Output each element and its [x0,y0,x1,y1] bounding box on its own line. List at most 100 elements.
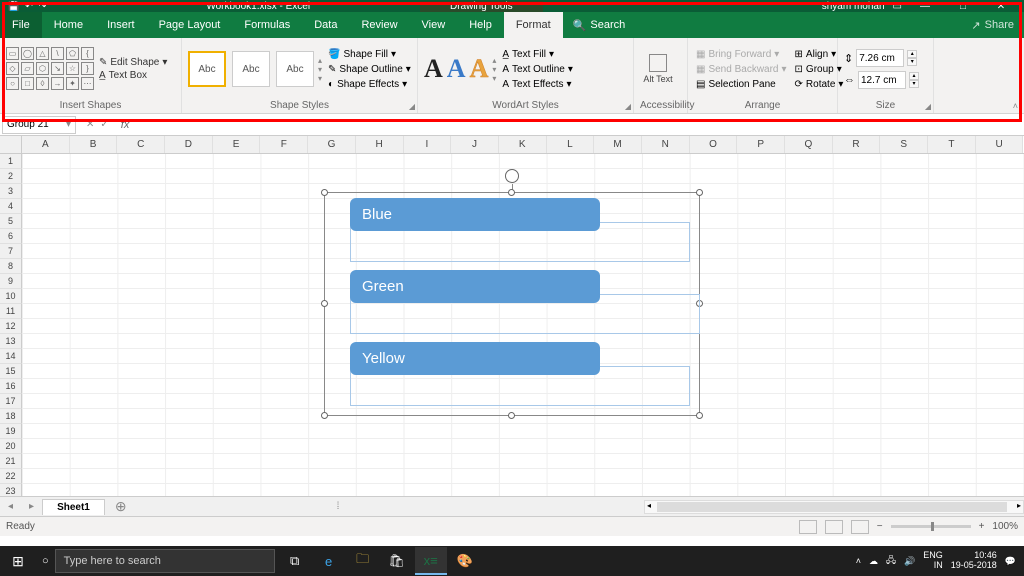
height-value[interactable] [856,49,904,67]
column-header[interactable]: S [880,136,928,153]
handle-sw[interactable] [321,412,328,419]
style-preset-3[interactable]: Abc [276,51,314,87]
shape-fill-button[interactable]: 🪣Shape Fill▾ [326,48,413,61]
bring-forward-button[interactable]: ▦Bring Forward▾ [694,48,789,61]
column-header[interactable]: L [547,136,595,153]
column-header[interactable]: C [117,136,165,153]
worksheet-grid[interactable]: ABCDEFGHIJKLMNOPQRSTU 123456789101112131… [0,136,1024,496]
column-header[interactable]: T [928,136,976,153]
shape-outline-button[interactable]: ✎Shape Outline▾ [326,63,413,76]
column-header[interactable]: Q [785,136,833,153]
zoom-in-button[interactable]: + [979,521,985,532]
zoom-out-button[interactable]: − [877,521,883,532]
ribbon-options-icon[interactable]: ▭ [893,1,902,12]
row-header[interactable]: 21 [0,454,22,469]
text-fill-button[interactable]: A̲Text Fill▾ [500,48,575,61]
column-header[interactable]: E [213,136,261,153]
add-sheet-button[interactable]: ⊕ [105,498,137,515]
tab-home[interactable]: Home [42,12,95,38]
excel-icon[interactable]: x≡ [415,547,447,575]
sheet-tab-1[interactable]: Sheet1 [42,499,105,515]
width-value[interactable] [858,71,906,89]
enter-formula-icon[interactable]: ✓ [100,119,108,130]
shape-blue[interactable]: Blue [350,198,600,231]
send-backward-button[interactable]: ▦Send Backward▾ [694,63,789,76]
onedrive-icon[interactable]: ☁ [869,556,878,567]
tell-me-search[interactable]: 🔍 Search [563,19,626,32]
tab-insert[interactable]: Insert [95,12,147,38]
column-header[interactable]: G [308,136,356,153]
style-preset-1[interactable]: Abc [188,51,226,87]
column-header[interactable]: D [165,136,213,153]
edit-shape-button[interactable]: ✎Edit Shape▾ [99,57,167,68]
horizontal-scrollbar[interactable]: ◂ ▸ [644,500,1024,514]
maximize-button[interactable]: □ [948,1,978,12]
row-header[interactable]: 18 [0,409,22,424]
column-header[interactable]: N [642,136,690,153]
store-icon[interactable]: 🛍 [381,547,413,575]
language-indicator[interactable]: ENG IN [923,551,943,571]
column-header[interactable]: R [833,136,881,153]
row-header[interactable]: 17 [0,394,22,409]
column-header[interactable]: A [22,136,70,153]
size-launcher[interactable]: ◢ [925,102,931,111]
row-header[interactable]: 16 [0,379,22,394]
text-box-button[interactable]: A̲Text Box [99,70,167,81]
column-header[interactable]: H [356,136,404,153]
shape-height-input[interactable]: ⇕ ▴▾ [844,49,919,67]
row-header[interactable]: 2 [0,169,22,184]
row-header[interactable]: 11 [0,304,22,319]
minimize-button[interactable]: — [910,1,940,12]
row-header[interactable]: 5 [0,214,22,229]
row-header[interactable]: 23 [0,484,22,496]
task-view-icon[interactable]: ⧉ [279,547,311,575]
text-outline-button[interactable]: AText Outline▾ [500,63,575,76]
save-icon[interactable]: 💾 [8,1,19,12]
zoom-slider[interactable] [891,525,971,528]
tab-view[interactable]: View [410,12,458,38]
row-header[interactable]: 19 [0,424,22,439]
column-header[interactable]: M [594,136,642,153]
cortana-icon[interactable]: ○ [36,555,55,567]
shapes-gallery[interactable]: ▭◯△\⬠{ ◇▱⬡↘☆} ○□◊→✦⋯ [6,47,95,91]
column-header[interactable]: U [976,136,1024,153]
shape-yellow[interactable]: Yellow [350,342,600,375]
handle-ne[interactable] [696,189,703,196]
explorer-icon[interactable]: 🗀 [347,547,379,575]
row-header[interactable]: 9 [0,274,22,289]
close-button[interactable]: ✕ [986,1,1016,12]
shape-width-input[interactable]: ⇔ ▴▾ [844,71,919,89]
column-header[interactable]: B [70,136,118,153]
alt-text-button[interactable]: Alt Text [640,44,676,94]
view-layout-icon[interactable] [825,520,843,534]
wordart-preset-1[interactable]: A [424,54,443,84]
tab-formulas[interactable]: Formulas [232,12,302,38]
width-up[interactable]: ▴ [909,72,919,80]
row-header[interactable]: 7 [0,244,22,259]
shape-effects-button[interactable]: ◐Shape Effects▾ [326,78,413,91]
row-header[interactable]: 8 [0,259,22,274]
handle-n[interactable] [508,189,515,196]
column-header[interactable]: F [260,136,308,153]
row-header[interactable]: 1 [0,154,22,169]
row-header[interactable]: 12 [0,319,22,334]
tab-file[interactable]: File [0,12,42,38]
handle-s[interactable] [508,412,515,419]
notifications-icon[interactable]: 💬 [1005,556,1016,567]
sheet-nav-next[interactable]: ▸ [21,501,42,512]
volume-icon[interactable]: 🔊 [904,556,915,567]
system-clock[interactable]: 10:46 19-05-2018 [951,551,997,571]
column-header[interactable]: K [499,136,547,153]
handle-se[interactable] [696,412,703,419]
column-header[interactable]: P [737,136,785,153]
network-icon[interactable]: 🖧 [886,553,896,569]
handle-nw[interactable] [321,189,328,196]
undo-icon[interactable]: ↶ [25,1,33,12]
shape-styles-launcher[interactable]: ◢ [409,102,415,111]
column-header[interactable]: J [451,136,499,153]
row-header[interactable]: 22 [0,469,22,484]
redo-icon[interactable]: ↷ [39,1,47,12]
view-break-icon[interactable] [851,520,869,534]
style-preset-2[interactable]: Abc [232,51,270,87]
sheet-nav-prev[interactable]: ◂ [0,501,21,512]
